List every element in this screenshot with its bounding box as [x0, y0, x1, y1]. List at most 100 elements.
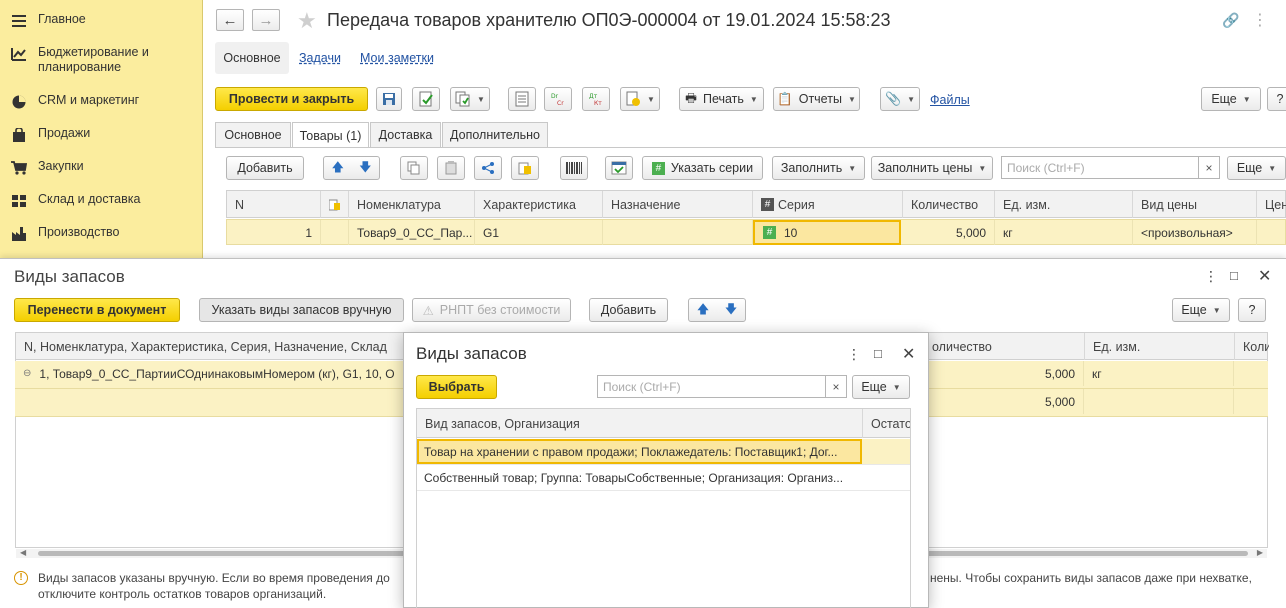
cell-series[interactable]: # 10: [753, 220, 901, 245]
dialog-search-clear-button[interactable]: ×: [825, 375, 847, 398]
files-link[interactable]: Файлы: [930, 93, 970, 107]
more-vertical-icon[interactable]: ⋮: [1204, 268, 1218, 285]
sidebar-item-budgeting[interactable]: Бюджетирование и планирование: [0, 45, 203, 75]
dialog-more-button[interactable]: Еще ▼: [1172, 298, 1230, 322]
table-row[interactable]: 1 Товар9_0_СС_Пар... G1 # 10 5,000 кг <п…: [226, 219, 1286, 245]
dt-kt-ru-button[interactable]: Дт Кт: [582, 87, 610, 111]
barcode-button[interactable]: [560, 156, 588, 180]
rnpt-without-cost-button[interactable]: ⚠ РНПТ без стоимости: [412, 298, 571, 322]
col-unit[interactable]: Ед. изм.: [1085, 333, 1235, 360]
list-item[interactable]: Собственный товар; Группа: ТоварыСобстве…: [417, 465, 910, 491]
tab-main[interactable]: Основное: [215, 122, 291, 147]
tab-delivery[interactable]: Доставка: [370, 122, 441, 147]
list-item[interactable]: Товар на хранении с правом продажи; Покл…: [417, 439, 910, 465]
sidebar-item-production[interactable]: Производство: [0, 225, 203, 242]
col-price-type[interactable]: Вид цены: [1133, 191, 1257, 218]
sidebar-item-main[interactable]: Главное: [0, 12, 203, 29]
scroll-right-icon[interactable]: ▶: [1257, 548, 1263, 557]
subtab-notes[interactable]: Мои заметки: [360, 51, 434, 65]
specify-stock-types-manually-button[interactable]: Указать виды запасов вручную: [199, 298, 404, 322]
save-button[interactable]: [376, 87, 402, 111]
reports-button[interactable]: 📋 Отчеты ▼: [773, 87, 860, 111]
col-n[interactable]: N: [227, 191, 321, 218]
cell-characteristic[interactable]: G1: [475, 220, 603, 245]
col-extra[interactable]: Коли: [1235, 333, 1269, 360]
subtab-main[interactable]: Основное: [215, 42, 289, 74]
check-button[interactable]: [605, 156, 633, 180]
col-unit[interactable]: Ед. изм.: [995, 191, 1133, 218]
post-and-close-button[interactable]: Провести и закрыть: [215, 87, 368, 111]
cell-purpose[interactable]: [603, 220, 753, 245]
print-button[interactable]: 🖶 Печать ▼: [679, 87, 764, 111]
tab-goods[interactable]: Товары (1): [292, 122, 369, 148]
goods-search-clear-button[interactable]: ×: [1198, 156, 1220, 179]
sidebar-item-sales[interactable]: Продажи: [0, 126, 203, 143]
select-button[interactable]: Выбрать: [416, 375, 497, 399]
goods-table-header: N Номенклатура Характеристика Назначение…: [226, 190, 1286, 218]
specify-series-button[interactable]: # Указать серии: [642, 156, 763, 180]
dialog2-more-button[interactable]: Еще ▼: [852, 375, 910, 399]
dt-kt-button[interactable]: Dr Cr: [544, 87, 572, 111]
col-quantity[interactable]: Количество: [903, 191, 995, 218]
move-up-icon[interactable]: 🡅: [697, 300, 709, 321]
col-quantity[interactable]: оличество: [924, 333, 1085, 360]
move-up-icon[interactable]: 🡅: [332, 158, 344, 179]
sidebar-item-purchases[interactable]: Закупки: [0, 159, 203, 176]
cell-item[interactable]: Товар9_0_СС_Пар...: [349, 220, 475, 245]
close-icon[interactable]: ✕: [1258, 266, 1271, 286]
sidebar-item-crm[interactable]: CRM и маркетинг: [0, 93, 203, 110]
scroll-left-icon[interactable]: ◀: [20, 548, 26, 557]
dialog-help-button[interactable]: ?: [1238, 298, 1266, 322]
create-based-icon: [455, 91, 470, 107]
forward-button[interactable]: →: [252, 9, 280, 31]
collapse-icon[interactable]: ⊖: [23, 368, 31, 379]
create-based-on-button[interactable]: ▼: [450, 87, 490, 111]
subtab-tasks[interactable]: Задачи: [299, 51, 341, 65]
dialog-search-input[interactable]: Поиск (Ctrl+F): [597, 375, 826, 398]
attach-button[interactable]: 📎 ▼: [880, 87, 920, 111]
related-docs-button[interactable]: ▼: [620, 87, 660, 111]
copy-row-button[interactable]: [400, 156, 428, 180]
cell-quantity[interactable]: 5,000: [903, 220, 995, 245]
goods-search-input[interactable]: Поиск (Ctrl+F): [1001, 156, 1199, 179]
paste-row-button[interactable]: [437, 156, 465, 180]
col-stock-icon[interactable]: [321, 191, 349, 218]
col-series[interactable]: # Серия: [753, 191, 903, 218]
add-row-button[interactable]: Добавить: [226, 156, 304, 180]
cell-unit[interactable]: кг: [995, 220, 1133, 245]
specify-series-label: Указать серии: [670, 161, 754, 175]
sidebar-item-warehouse[interactable]: Склад и доставка: [0, 192, 203, 209]
more-vertical-icon[interactable]: ⋮: [1252, 10, 1268, 30]
cell-price-type[interactable]: <произвольная>: [1133, 220, 1257, 245]
move-down-icon[interactable]: 🡇: [359, 158, 371, 179]
goods-more-button[interactable]: Еще ▼: [1227, 156, 1286, 180]
tab-additional[interactable]: Дополнительно: [442, 122, 548, 147]
split-row-button[interactable]: [474, 156, 502, 180]
link-icon[interactable]: 🔗: [1222, 12, 1239, 29]
more-vertical-icon[interactable]: ⋮: [847, 346, 861, 363]
favorite-star-icon[interactable]: ★: [297, 8, 317, 34]
maximize-icon[interactable]: □: [1230, 268, 1238, 283]
fill-prices-button[interactable]: Заполнить цены ▼: [871, 156, 993, 180]
structure-button[interactable]: [508, 87, 536, 111]
maximize-icon[interactable]: □: [874, 346, 882, 361]
related-docs-icon: [626, 91, 641, 106]
col-stock-type-organization[interactable]: Вид запасов, Организация: [417, 409, 863, 438]
move-down-icon[interactable]: 🡇: [725, 300, 737, 321]
col-item[interactable]: Номенклатура: [349, 191, 475, 218]
col-rest[interactable]: Остато: [863, 409, 910, 438]
transfer-to-document-button[interactable]: Перенести в документ: [14, 298, 180, 322]
fill-button[interactable]: Заполнить ▼: [772, 156, 865, 180]
sidebar-item-label: Производство: [38, 225, 120, 239]
stock-types-button[interactable]: [511, 156, 539, 180]
col-characteristic[interactable]: Характеристика: [475, 191, 603, 218]
help-button[interactable]: ?: [1267, 87, 1286, 111]
stock-types-icon: [518, 162, 531, 175]
col-price[interactable]: Цен: [1257, 191, 1286, 218]
close-icon[interactable]: ✕: [902, 344, 915, 364]
more-button[interactable]: Еще ▼: [1201, 87, 1261, 111]
back-button[interactable]: ←: [216, 9, 244, 31]
post-button[interactable]: [412, 87, 440, 111]
dialog-add-button[interactable]: Добавить: [589, 298, 668, 322]
col-purpose[interactable]: Назначение: [603, 191, 753, 218]
